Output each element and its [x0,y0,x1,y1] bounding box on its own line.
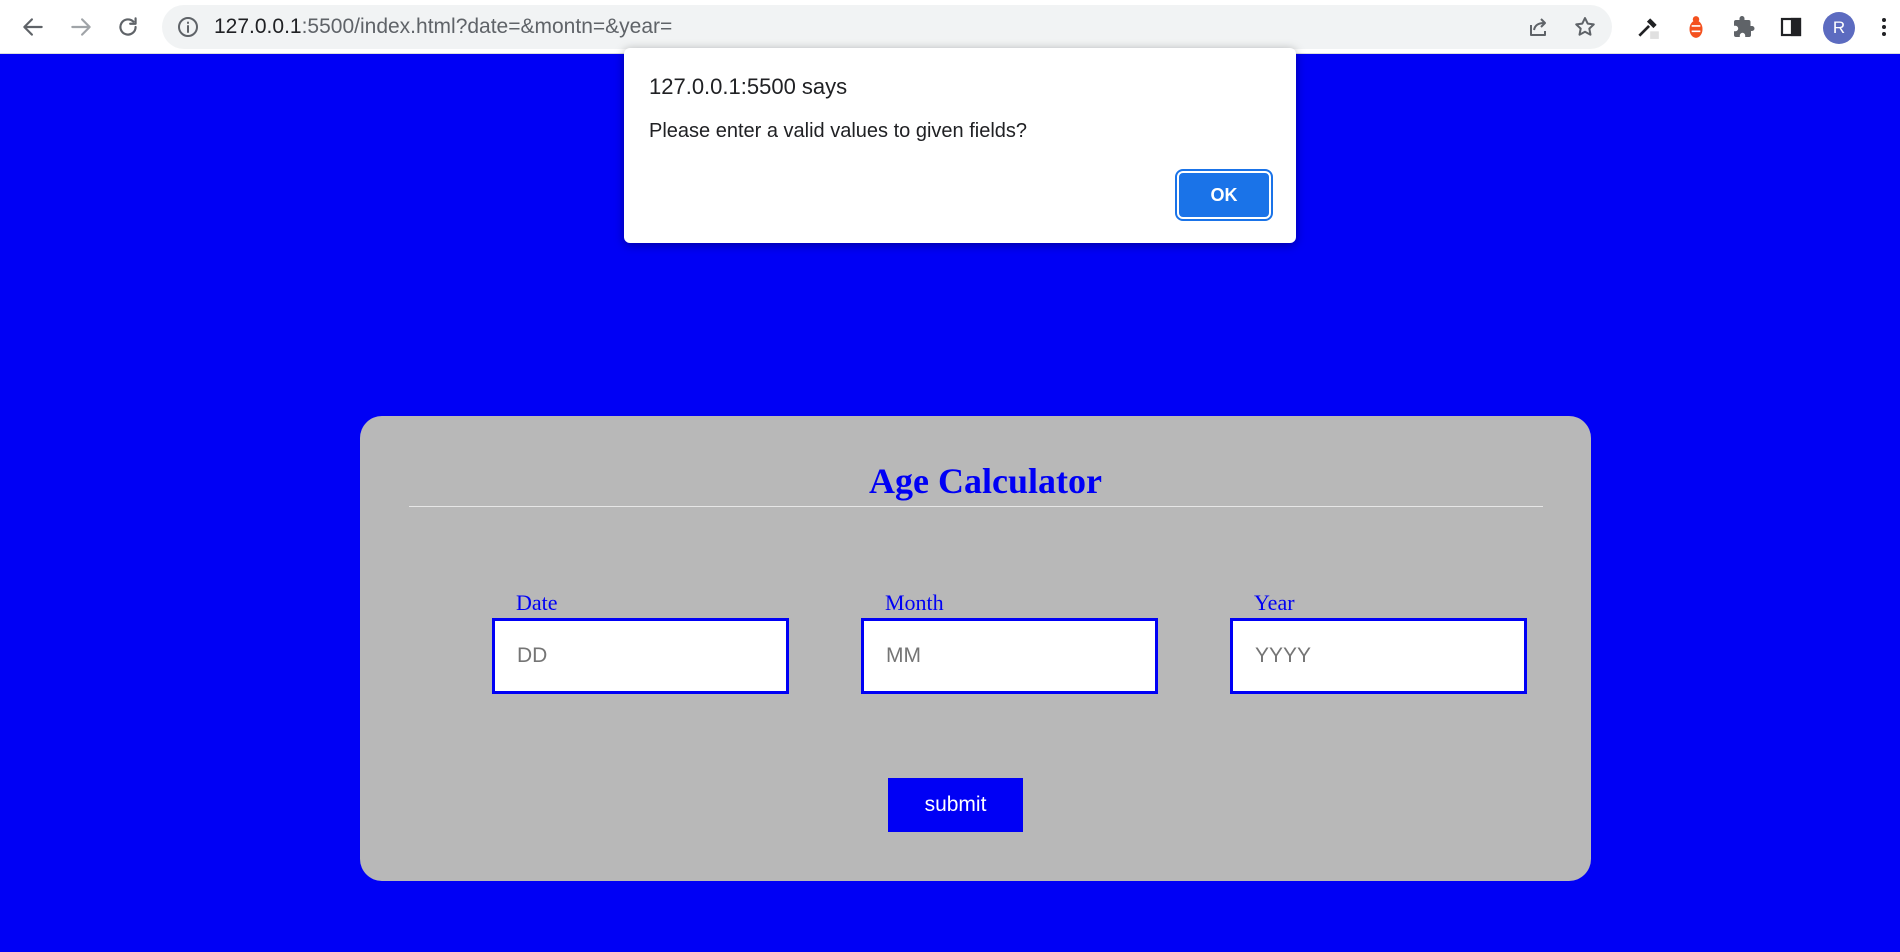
info-icon[interactable] [176,15,200,39]
share-icon[interactable] [1526,15,1550,39]
side-panel-icon[interactable] [1776,12,1806,42]
url-text[interactable]: 127.0.0.1:5500/index.html?date=&montn=&y… [214,5,672,49]
extension-ladybug-icon[interactable] [1681,12,1711,42]
reload-icon[interactable] [108,7,148,47]
date-input[interactable] [492,618,789,694]
title-divider [409,506,1543,507]
dialog-title: 127.0.0.1:5500 says [649,74,848,99]
dialog-message: Please enter a valid values to given fie… [649,120,1028,142]
month-input[interactable] [861,618,1158,694]
url-host: 127.0.0.1 [214,15,302,38]
back-arrow-icon[interactable] [13,7,53,47]
page-title: Age Calculator [869,461,1102,501]
puzzle-extensions-icon[interactable] [1729,12,1759,42]
address-bar[interactable]: 127.0.0.1:5500/index.html?date=&montn=&y… [162,5,1612,49]
url-path: :5500/index.html?date=&montn=&year= [301,15,673,38]
profile-initial: R [1832,18,1846,37]
forward-arrow-icon[interactable] [61,7,101,47]
year-label: Year [1254,590,1295,615]
browser-toolbar: 127.0.0.1:5500/index.html?date=&montn=&y… [0,0,1900,54]
year-input[interactable] [1230,618,1527,694]
bookmark-star-icon[interactable] [1573,15,1597,39]
ok-button[interactable]: OK [1175,169,1273,221]
date-label: Date [516,590,558,615]
eyedropper-icon[interactable] [1633,12,1663,42]
submit-button[interactable]: submit [888,778,1023,832]
kebab-menu-icon[interactable] [1874,12,1894,42]
month-label: Month [885,590,944,615]
alert-dialog: 127.0.0.1:5500 says Please enter a valid… [624,48,1296,243]
profile-avatar[interactable]: R [1823,12,1855,44]
